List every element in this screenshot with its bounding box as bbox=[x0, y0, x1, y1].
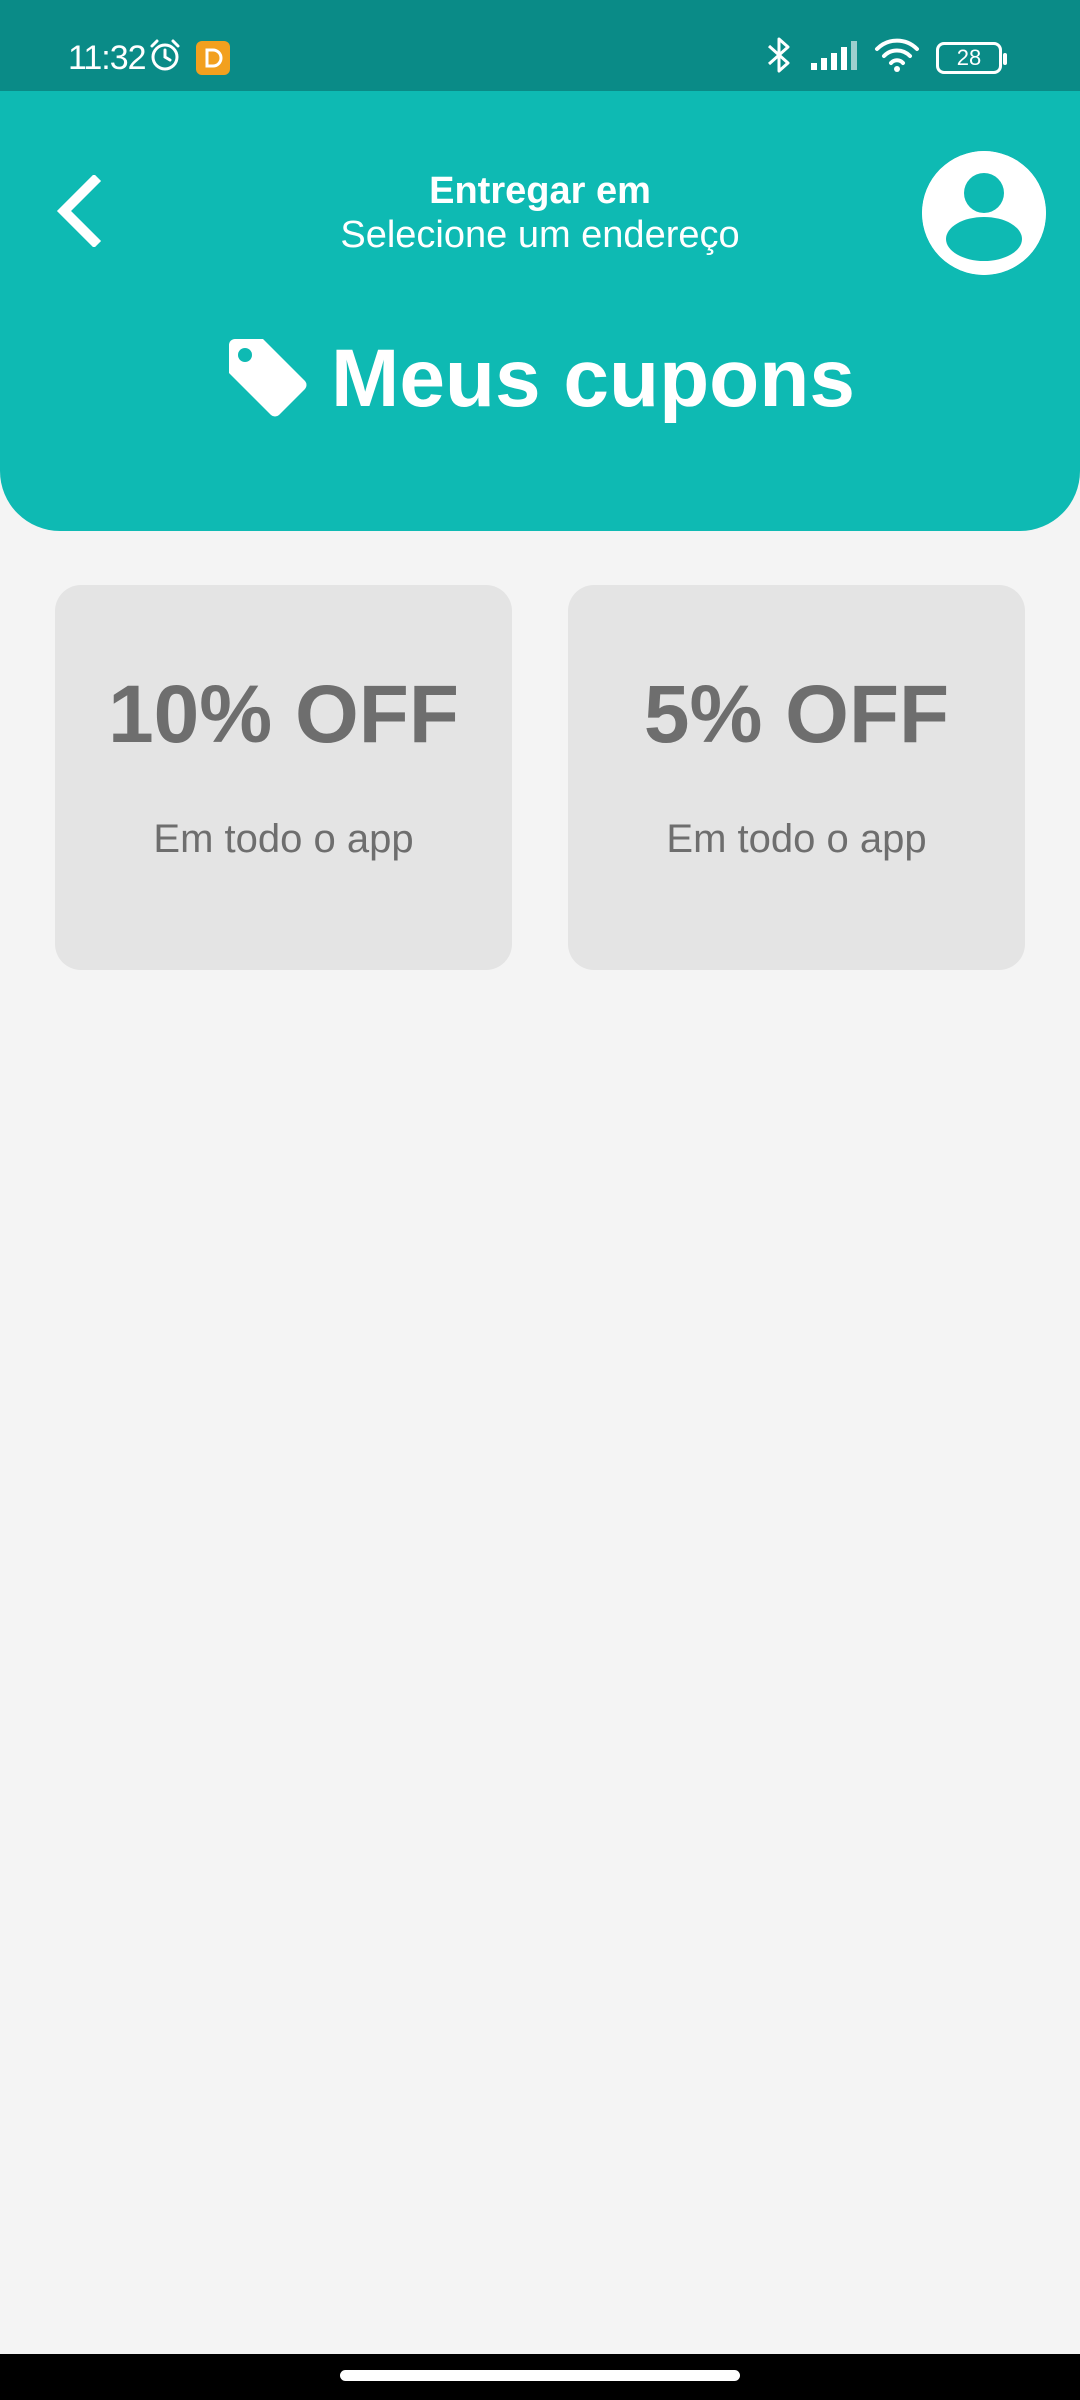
alarm-icon bbox=[148, 38, 182, 77]
deliver-label: Entregar em bbox=[429, 170, 651, 212]
chevron-left-icon bbox=[56, 175, 102, 247]
coupon-discount: 5% OFF bbox=[643, 669, 950, 760]
home-indicator[interactable] bbox=[340, 2370, 740, 2381]
bluetooth-icon bbox=[764, 36, 794, 79]
wifi-icon bbox=[874, 38, 920, 77]
coupon-card[interactable]: 10% OFF Em todo o app bbox=[55, 585, 512, 970]
tag-icon bbox=[225, 335, 309, 424]
user-icon bbox=[922, 151, 1046, 275]
coupon-list: 10% OFF Em todo o app 5% OFF Em todo o a… bbox=[55, 585, 1025, 970]
status-time: 11:32 bbox=[68, 39, 147, 77]
status-bar: 11:32 28 bbox=[0, 0, 1080, 91]
signal-icon bbox=[810, 39, 858, 76]
coupon-card[interactable]: 5% OFF Em todo o app bbox=[568, 585, 1025, 970]
coupon-description: Em todo o app bbox=[153, 817, 414, 861]
address-placeholder: Selecione um endereço bbox=[340, 214, 740, 256]
delivery-address-selector[interactable]: Entregar em Selecione um endereço bbox=[240, 169, 840, 257]
profile-avatar-button[interactable] bbox=[922, 151, 1046, 275]
coupon-discount: 10% OFF bbox=[108, 669, 459, 760]
app-notification-icon bbox=[196, 40, 230, 75]
battery-icon: 28 bbox=[936, 41, 1007, 74]
header: Entregar em Selecione um endereço Meus c… bbox=[0, 91, 1080, 531]
battery-level: 28 bbox=[956, 44, 982, 70]
back-button[interactable] bbox=[44, 171, 114, 251]
system-navigation-bar bbox=[0, 2354, 1080, 2400]
coupon-description: Em todo o app bbox=[666, 817, 927, 861]
page-title-row: Meus cupons bbox=[0, 331, 1080, 427]
page-title: Meus cupons bbox=[331, 333, 855, 424]
